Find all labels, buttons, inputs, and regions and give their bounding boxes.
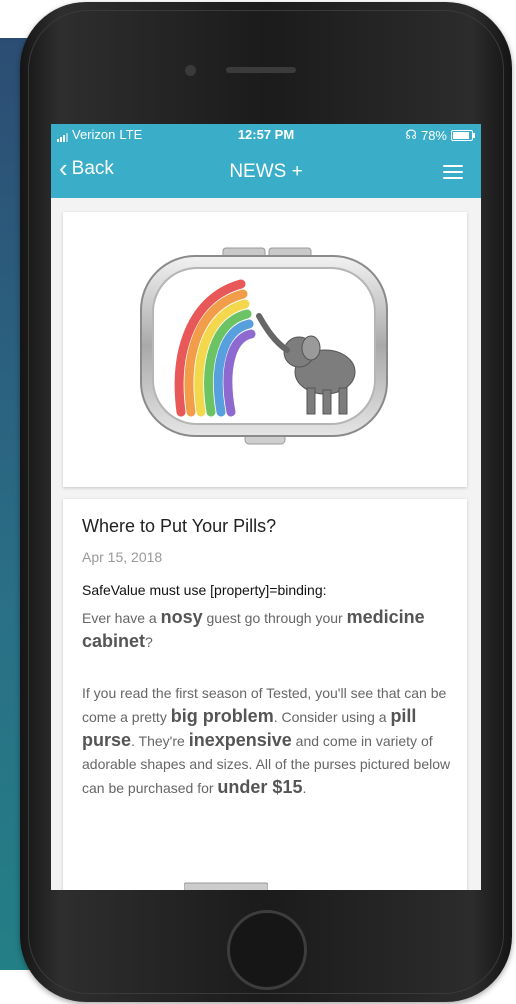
status-bar: Verizon LTE 12:57 PM ☊ 78% [51,124,481,146]
headphones-icon: ☊ [405,127,417,142]
pill-case-image [140,247,388,445]
binding-warning: SafeValue must use [property]=binding: [82,582,327,598]
status-right: ☊ 78% [405,127,475,143]
next-image-preview [184,882,268,890]
article-paragraph-2: If you read the first season of Tested, … [82,685,451,797]
battery-percent: 78% [420,127,447,143]
nav-bar: ‹ Back NEWS + [51,146,481,198]
phone-screen: Verizon LTE 12:57 PM ☊ 78% ‹ Back NEWS + [51,124,481,890]
article-card[interactable]: Where to Put Your Pills? Apr 15, 2018 Sa… [63,499,467,890]
earpiece-speaker [226,67,296,73]
home-button[interactable] [227,910,307,990]
article-title: Where to Put Your Pills? [82,516,277,536]
article-paragraph-1: Ever have a nosy guest go through your m… [82,607,425,651]
article-date: Apr 15, 2018 [82,549,163,565]
hamburger-menu-icon[interactable] [443,165,463,179]
article-image-card[interactable] [63,212,467,487]
feed-content: Where to Put Your Pills? Apr 15, 2018 Sa… [51,198,481,890]
nav-title: NEWS + [229,161,303,182]
battery-icon [451,129,475,141]
front-camera [185,65,196,76]
